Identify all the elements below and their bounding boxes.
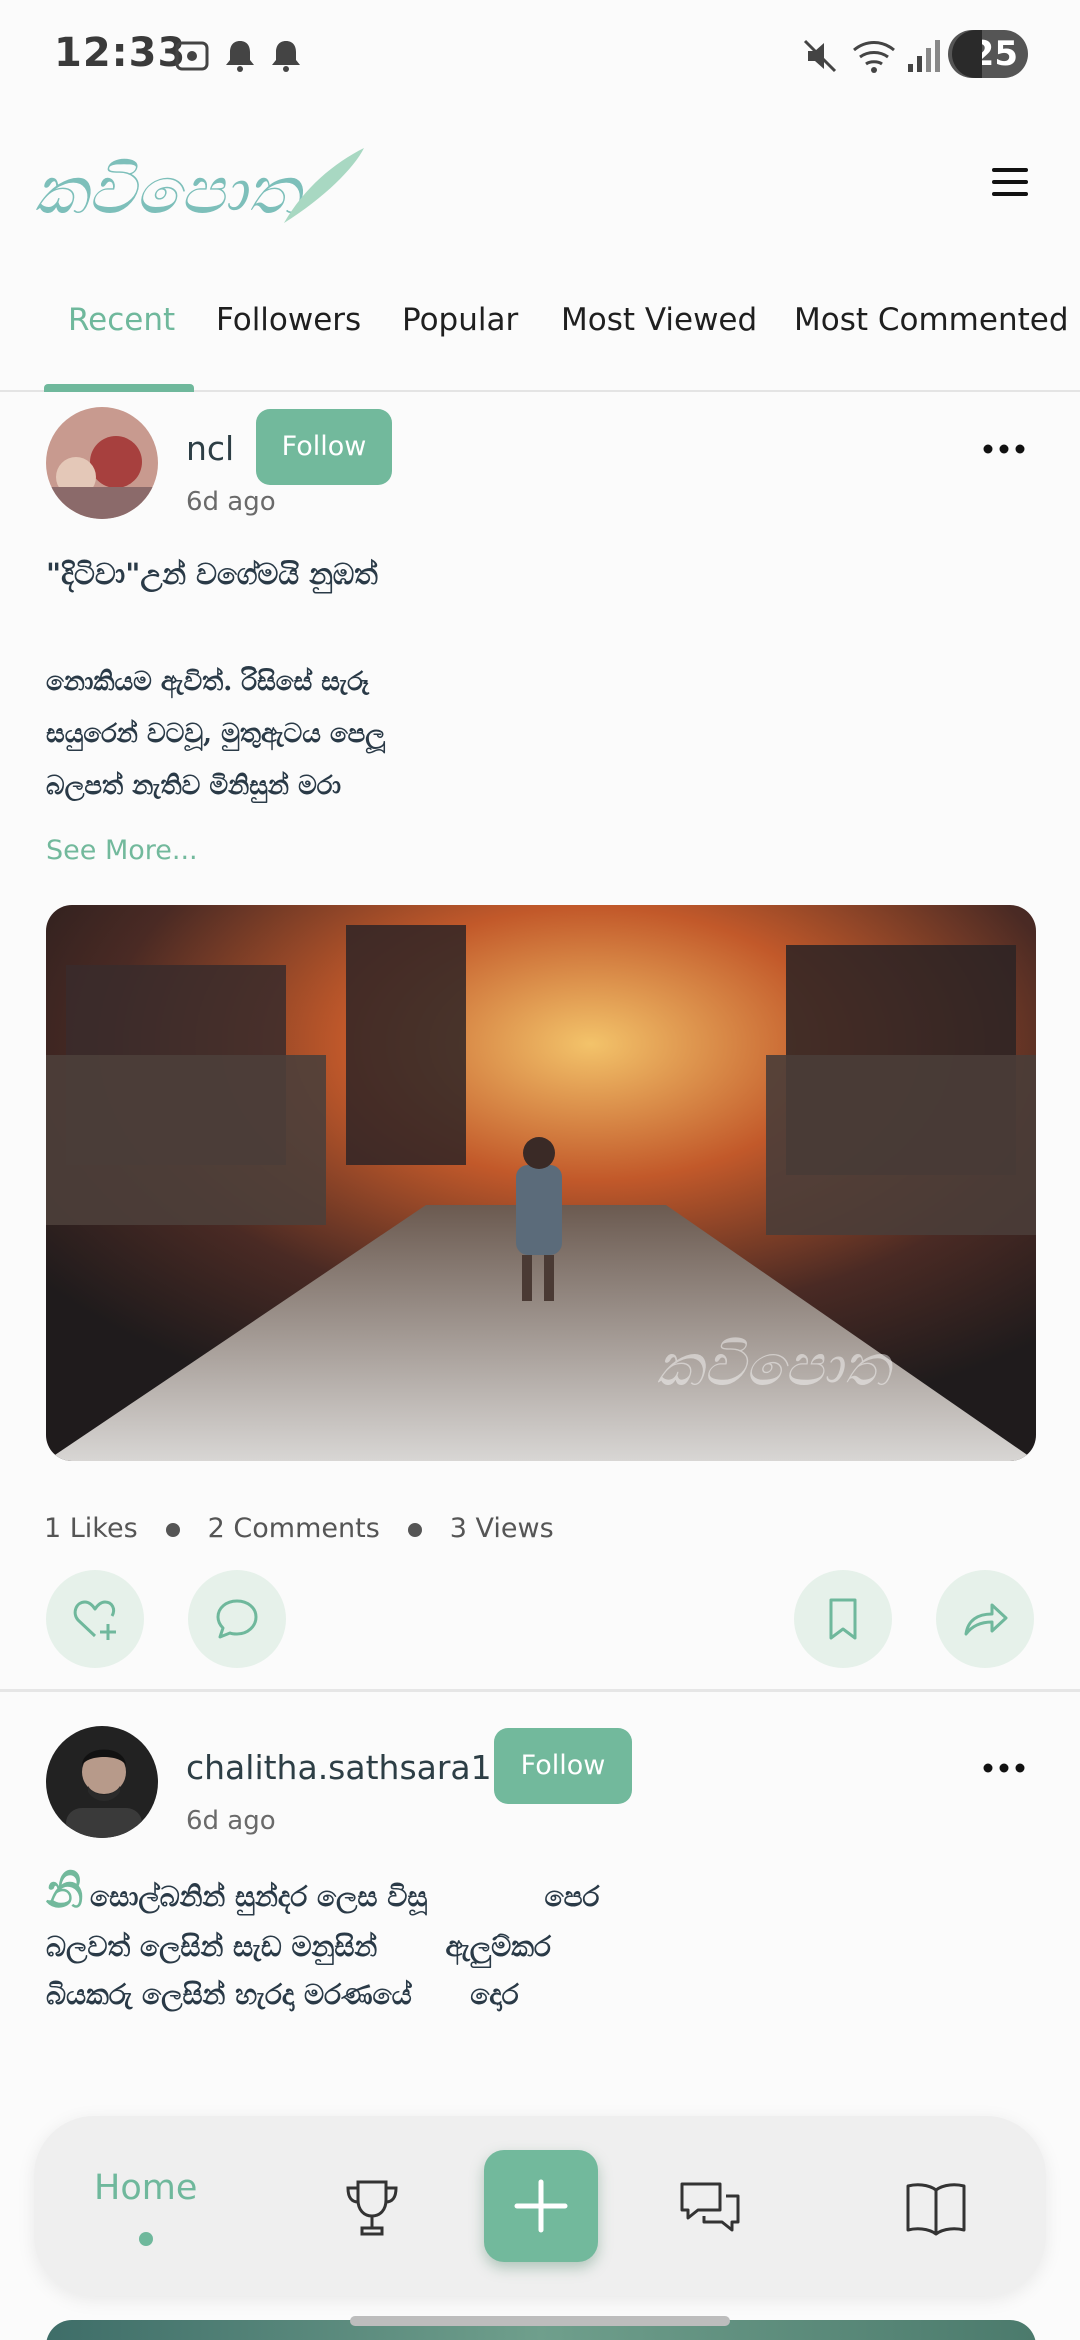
status-time: 12:33: [54, 30, 187, 76]
tab-most-commented[interactable]: Most Commented: [794, 302, 1069, 338]
wifi-icon: [853, 41, 895, 73]
bookmark-icon: [829, 1598, 857, 1640]
more-options-icon[interactable]: [974, 1748, 1034, 1788]
add-post-button[interactable]: [484, 2150, 598, 2262]
post-divider: [0, 1689, 1080, 1692]
tab-most-viewed[interactable]: Most Viewed: [561, 302, 757, 338]
follow-button[interactable]: Follow: [256, 409, 392, 485]
feed-tabs: Recent Followers Popular Most Viewed Mos…: [0, 290, 1080, 392]
battery-indicator: 25: [948, 30, 1028, 78]
chat-icon[interactable]: [676, 2174, 744, 2242]
post-card: ncl Follow 6d ago "දිටිවා"උන් වගේමයි නුඹ…: [0, 395, 1080, 1685]
see-more-link[interactable]: See More...: [46, 835, 198, 866]
poem-line: බලවත් ලෙසින් සැඩ මනුසින් ඇලුම්කර: [46, 1930, 551, 1963]
status-bar: 12:33 25: [0, 0, 1080, 110]
likes-count[interactable]: 1 Likes: [44, 1513, 138, 1544]
app-header: කවිපොත: [0, 110, 1080, 280]
bookmark-button[interactable]: [794, 1570, 892, 1668]
follow-button[interactable]: Follow: [494, 1728, 632, 1804]
poem-line: බියකරු ලෙසින් හැරදා මරණයේ දොර: [46, 1978, 519, 2011]
like-button[interactable]: [46, 1570, 144, 1668]
heart-plus-icon: [73, 1600, 116, 1640]
battery-bolt-icon: [952, 30, 982, 78]
post-card: chalitha.sathsara1 Follow 6d ago නි සොල්…: [0, 1714, 1080, 2114]
poem-line: සොල්බනින් සුන්දර ලෙස විසූ පෙර: [90, 1880, 600, 1913]
poem-drop-cap: නි: [46, 1864, 84, 1918]
svg-text:කවිපොත: කවිපොත: [34, 152, 304, 229]
nav-home[interactable]: Home: [94, 2168, 197, 2208]
avatar[interactable]: [46, 1726, 158, 1838]
svg-text:කවිපොත: කවිපොත: [656, 1331, 894, 1399]
signal-icon: [908, 40, 940, 72]
book-icon[interactable]: [902, 2174, 970, 2242]
more-options-icon[interactable]: [974, 429, 1034, 469]
active-tab-indicator: [44, 384, 194, 392]
comment-button[interactable]: [188, 1570, 286, 1668]
post-stats: 1 Likes 2 Comments 3 Views: [44, 1513, 554, 1544]
add-icon: [514, 2179, 568, 2233]
app-logo[interactable]: කවිපොත: [34, 128, 374, 238]
home-indicator[interactable]: [350, 2316, 730, 2326]
bottom-navigation: Home: [34, 2116, 1046, 2296]
comment-icon: [216, 1599, 258, 1639]
post-username[interactable]: ncl: [186, 429, 234, 468]
tab-popular[interactable]: Popular: [402, 302, 518, 338]
post-time: 6d ago: [186, 487, 276, 517]
poem-line: නොකියම ඇවිත්. රිසිසේ සැරූ: [46, 667, 369, 697]
poem-line: සයුරෙන් වටවූ, මුතුඇටය පෙලූ: [46, 719, 386, 749]
comments-count[interactable]: 2 Comments: [208, 1513, 380, 1544]
post-image[interactable]: කවිපොත: [46, 905, 1036, 1461]
bell-icon: [226, 41, 254, 72]
poem-line: බලපත් නැතිව මිනිසුන් මරා: [46, 771, 342, 801]
poem-line: "දිටිවා"උන් වගේමයි නුඹත්: [46, 557, 378, 591]
views-count: 3 Views: [449, 1513, 554, 1544]
post-time: 6d ago: [186, 1806, 276, 1836]
hamburger-menu-icon[interactable]: [978, 150, 1042, 214]
tab-followers[interactable]: Followers: [216, 302, 361, 338]
bell-icon: [272, 41, 300, 72]
mute-icon: [803, 39, 837, 73]
nav-active-indicator: [139, 2232, 153, 2246]
tab-recent[interactable]: Recent: [68, 302, 175, 338]
trophy-icon[interactable]: [338, 2174, 406, 2242]
share-icon: [964, 1603, 1008, 1636]
share-button[interactable]: [936, 1570, 1034, 1668]
post-username[interactable]: chalitha.sathsara1: [186, 1748, 492, 1787]
screenshot-icon: [175, 41, 209, 71]
avatar[interactable]: [46, 407, 158, 519]
